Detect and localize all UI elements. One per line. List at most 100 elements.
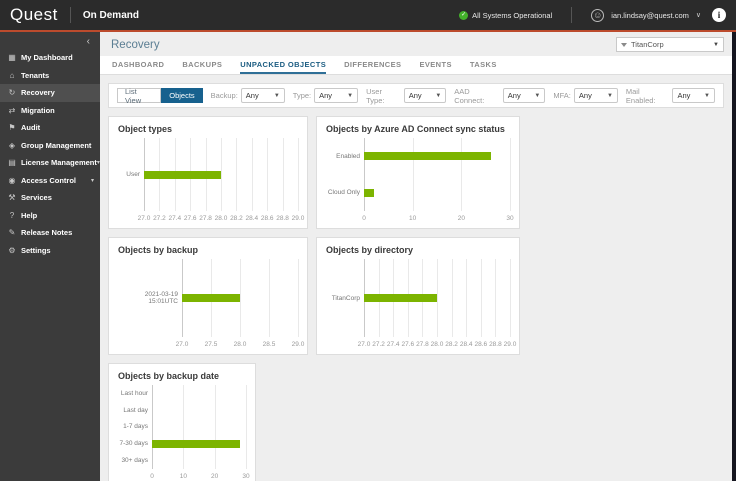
sidebar-item-license-management[interactable]: ▤ License Management ▾: [0, 154, 100, 172]
info-icon[interactable]: i: [712, 8, 726, 22]
sidebar-item-settings[interactable]: ⚙ Settings: [0, 242, 100, 260]
category-label: Enabled: [336, 152, 360, 160]
scrollbar[interactable]: [732, 32, 736, 481]
chevron-down-icon: ▼: [273, 92, 280, 99]
bar-2021-03-19-15-01utc[interactable]: [182, 294, 240, 302]
chart-plot-area: [144, 138, 299, 211]
user-menu-chevron-icon[interactable]: ∨: [696, 11, 701, 19]
system-status[interactable]: ✓ All Systems Operational: [459, 10, 552, 20]
chart-category-labels: Last hour Last day 1-7 days 7-30 days 30+ da…: [118, 385, 152, 469]
x-axis-tick-label: 30: [506, 215, 514, 222]
access-control-icon: ◉: [8, 175, 16, 185]
chevron-down-icon: ▼: [534, 92, 541, 99]
sidebar-item-recovery[interactable]: ↻ Recovery: [0, 84, 100, 102]
bar-row-enabled: [364, 152, 510, 161]
chart-title: Objects by directory: [326, 245, 414, 255]
chart-axis: 27.0 27.2 27.4 27.6 27.8 28.0 28.2 28.4 28.6 28.8…: [326, 337, 517, 350]
tab-differences[interactable]: DIFFERENCES: [344, 56, 401, 74]
category-label: Last day: [123, 406, 148, 414]
x-axis-ticks: 27.0 27.5 28.0 28.5 29.0: [176, 337, 305, 350]
user-email[interactable]: ian.lindsay@quest.com: [611, 11, 689, 20]
x-axis-tick-label: 27.2: [153, 215, 166, 222]
category-label: Last hour: [120, 389, 148, 397]
recovery-icon: ↻: [8, 88, 16, 98]
x-axis-tick-label: 27.5: [204, 341, 218, 348]
chart-plot-area: [152, 385, 247, 469]
x-axis-tick-label: 28.0: [430, 341, 444, 348]
audit-icon: ⚑: [8, 123, 16, 133]
bar-7-30-days[interactable]: [152, 439, 240, 448]
filter-select-value: Any: [408, 91, 422, 100]
filter-group-backup: Backup: Any ▼: [211, 88, 285, 103]
sidebar-item-release-notes[interactable]: ✎ Release Notes: [0, 224, 100, 242]
x-axis-tick-label: 28.6: [474, 341, 488, 348]
sidebar-item-label: Help: [21, 210, 38, 220]
sidebar-item-help[interactable]: ? Help: [0, 207, 100, 225]
filter-select-value: Any: [578, 91, 592, 100]
tab-tasks[interactable]: TASKS: [470, 56, 497, 74]
bar-row-last-hour: [152, 389, 246, 397]
tenant-filter-value: TitanCorp: [631, 40, 664, 49]
license-management-icon: ▤: [8, 158, 16, 168]
tab-unpacked-objects[interactable]: UNPACKED OBJECTS: [240, 56, 327, 74]
release-notes-icon: ✎: [8, 228, 16, 238]
gridline: [298, 259, 299, 337]
sidebar-item-services[interactable]: ⚒ Services: [0, 189, 100, 207]
x-axis-tick-label: 27.6: [401, 341, 415, 348]
x-axis-tick-label: 27.6: [183, 215, 197, 222]
view-toggle: List View Objects: [117, 87, 203, 105]
sidebar-item-audit[interactable]: ⚑ Audit: [0, 119, 100, 137]
axis-spacer: [118, 337, 182, 350]
chevron-down-icon: ▾: [90, 177, 94, 184]
tenant-filter-select[interactable]: TitanCorp ▼: [616, 37, 724, 52]
chart-bars: [364, 259, 510, 337]
sidebar-item-my-dashboard[interactable]: ▦ My Dashboard: [0, 49, 100, 67]
sidebar-item-access-control[interactable]: ◉ Access Control ▾: [0, 172, 100, 190]
filter-select-mail-enabled[interactable]: Any ▼: [672, 88, 715, 103]
chart-category-labels: TitanCorp: [326, 259, 364, 337]
x-axis-tick-label: 28.8: [489, 341, 502, 348]
x-axis-tick-label: 30: [242, 473, 250, 480]
sidebar-item-group-management[interactable]: ◈ Group Management: [0, 137, 100, 155]
chevron-down-icon: ▼: [713, 41, 719, 48]
chart-objects-by-aad-sync-status: Objects by Azure AD Connect sync status E…: [316, 116, 520, 229]
list-view-button[interactable]: List View: [117, 87, 162, 105]
chart-body: Enabled Cloud Only: [326, 138, 511, 211]
x-axis-tick-label: 28.4: [245, 215, 259, 222]
sidebar-item-label: License Management: [21, 158, 97, 168]
quest-logo: Quest: [10, 5, 58, 24]
migration-icon: ⇄: [8, 105, 16, 115]
tab-dashboard[interactable]: DASHBOARD: [112, 56, 164, 74]
bar-cloud-only[interactable]: [364, 188, 374, 197]
x-axis-tick-label: 0: [150, 473, 154, 480]
chart-bars: [364, 138, 510, 211]
filter-select-backup[interactable]: Any ▼: [240, 88, 285, 103]
x-axis-tick-label: 29.0: [291, 341, 305, 348]
chart-body: TitanCorp: [326, 259, 511, 337]
x-axis-tick-label: 28.4: [459, 341, 473, 348]
filter-select-mfa[interactable]: Any ▼: [573, 88, 618, 103]
filter-select-aad-connect[interactable]: Any ▼: [502, 88, 546, 103]
sidebar-item-tenants[interactable]: ⌂ Tenants: [0, 67, 100, 85]
sidebar-item-migration[interactable]: ⇄ Migration: [0, 102, 100, 120]
bar-user[interactable]: [144, 170, 221, 179]
tab-backups[interactable]: BACKUPS: [182, 56, 222, 74]
filter-group-type: Type: Any ▼: [293, 88, 359, 103]
bar-titancorp[interactable]: [364, 294, 437, 302]
objects-button[interactable]: Objects: [161, 88, 203, 103]
page-title: Recovery: [111, 38, 160, 51]
bar-enabled[interactable]: [364, 152, 491, 161]
filter-select-type[interactable]: Any ▼: [314, 88, 359, 103]
filter-select-value: Any: [507, 91, 521, 100]
gridline: [246, 385, 247, 469]
bar-row-user: [144, 170, 298, 179]
tab-events[interactable]: EVENTS: [419, 56, 451, 74]
sidebar-collapse-button[interactable]: ‹: [0, 32, 100, 49]
filter-label: MFA:: [553, 91, 571, 100]
filter-select-user-type[interactable]: Any ▼: [403, 88, 447, 103]
chevron-down-icon: ▼: [435, 92, 442, 99]
chart-category-labels: 2021-03-19 15:01UTC: [118, 259, 182, 337]
chevron-down-icon: ▼: [606, 92, 613, 99]
chart-category-labels: User: [118, 138, 144, 211]
chart-plot-area: [182, 259, 299, 337]
